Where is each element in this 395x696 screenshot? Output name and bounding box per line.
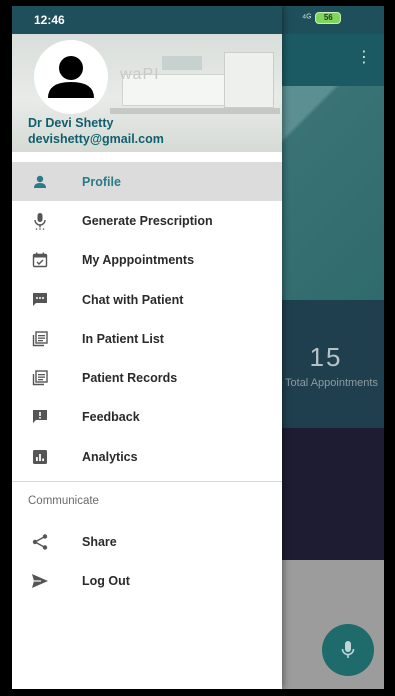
menu-item-label: Feedback	[82, 410, 140, 425]
battery-icon: 56	[315, 12, 342, 24]
overflow-menu-icon[interactable]: ⋮	[356, 50, 372, 66]
records-icon	[30, 368, 50, 388]
header-background-decor	[110, 108, 280, 114]
signal-icon: ⁴ᴳ	[302, 12, 312, 24]
send-icon	[30, 571, 50, 591]
list-icon	[30, 329, 50, 349]
app-screen: ⋮ 15 Total Appointments 12:46 waPI Dr De…	[12, 6, 384, 689]
microphone-icon	[30, 211, 50, 231]
drawer-header: waPI Dr Devi Shetty devishetty@gmail.com	[12, 34, 282, 152]
menu-item-feedback[interactable]: Feedback	[12, 398, 282, 437]
status-bar: 12:46	[12, 6, 282, 34]
menu-item-analytics[interactable]: Analytics	[12, 437, 282, 476]
person-icon	[48, 56, 94, 98]
menu-item-label: Analytics	[82, 449, 138, 464]
menu-item-in-patient-list[interactable]: In Patient List	[12, 319, 282, 358]
doctor-name: Dr Devi Shetty	[28, 116, 114, 130]
menu-item-label: Log Out	[82, 573, 130, 588]
chat-bubble-icon	[30, 290, 50, 310]
doctor-email: devishetty@gmail.com	[28, 132, 164, 146]
menu-item-label: In Patient List	[82, 331, 164, 346]
analytics-icon	[30, 447, 50, 467]
menu-item-label: My Apppointments	[82, 253, 195, 268]
voice-fab-button[interactable]	[322, 624, 374, 676]
calendar-check-icon	[30, 250, 50, 270]
feedback-icon	[30, 407, 50, 427]
menu-item-label: Profile	[82, 174, 121, 189]
status-indicators: ⁴ᴳ 56	[302, 12, 342, 24]
share-icon	[30, 532, 50, 552]
menu-item-chat-with-patient[interactable]: Chat with Patient	[12, 280, 282, 319]
header-background-decor	[162, 56, 202, 70]
menu-item-profile[interactable]: Profile	[12, 162, 282, 202]
menu-item-generate-prescription[interactable]: Generate Prescription	[12, 201, 282, 240]
drawer-menu: Profile Generate Prescription My Apppoin…	[12, 162, 282, 476]
menu-item-label: Chat with Patient	[82, 292, 184, 307]
header-background-decor	[224, 52, 274, 108]
menu-item-my-appointments[interactable]: My Apppointments	[12, 241, 282, 280]
menu-item-label: Patient Records	[82, 371, 178, 386]
menu-item-patient-records[interactable]: Patient Records	[12, 358, 282, 397]
total-appointments-count: 15	[309, 342, 343, 372]
menu-item-share[interactable]: Share	[12, 522, 282, 561]
section-title-communicate: Communicate	[28, 495, 99, 507]
avatar[interactable]	[34, 40, 108, 114]
navigation-drawer: 12:46 waPI Dr Devi Shetty devishetty@gma…	[12, 6, 282, 689]
menu-item-label: Generate Prescription	[82, 213, 213, 228]
menu-divider	[12, 481, 282, 482]
menu-item-label: Share	[82, 534, 117, 549]
menu-item-log-out[interactable]: Log Out	[12, 561, 282, 600]
status-time: 12:46	[34, 13, 65, 27]
header-watermark: waPI	[120, 66, 160, 83]
person-icon	[30, 172, 50, 192]
communicate-menu: Share Log Out	[12, 522, 282, 601]
total-appointments-label: Total Appointments	[285, 377, 378, 389]
microphone-icon	[341, 641, 355, 658]
